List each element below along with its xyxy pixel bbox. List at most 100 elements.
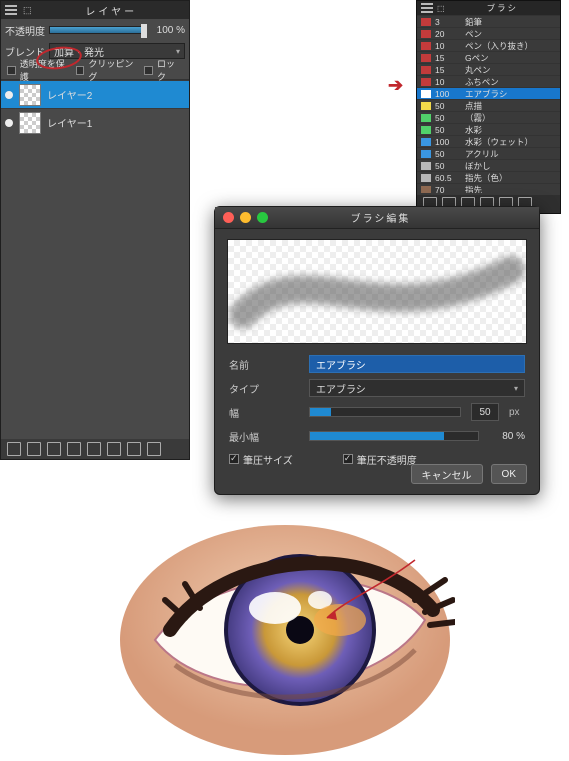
type-label: タイプ bbox=[229, 381, 299, 396]
brush-color-swatch bbox=[421, 18, 431, 26]
brush-row[interactable]: 15Gペン bbox=[417, 51, 560, 63]
pressure-opacity-option[interactable]: 筆圧不透明度 bbox=[343, 452, 417, 467]
folder-icon[interactable] bbox=[87, 442, 101, 456]
maximize-icon[interactable] bbox=[257, 212, 268, 223]
cancel-button[interactable]: キャンセル bbox=[411, 464, 483, 484]
brush-name: ペン（入り抜き） bbox=[465, 40, 556, 52]
new-layer-icon[interactable] bbox=[7, 442, 21, 456]
annotation-arrow: ➔ bbox=[388, 75, 403, 96]
close-icon[interactable] bbox=[223, 212, 234, 223]
brush-name: ふちペン bbox=[465, 76, 556, 88]
layer-options-icon[interactable] bbox=[47, 442, 61, 456]
layer-panel: ⬚ レイヤー 不透明度 100 % ブレンド 加算・発光 ▾ 透明度を保護 クリ… bbox=[0, 0, 190, 460]
brush-size: 50 bbox=[435, 149, 461, 159]
chevron-down-icon: ▾ bbox=[514, 384, 518, 393]
brush-color-swatch bbox=[421, 54, 431, 62]
expand-icon[interactable]: ⬚ bbox=[23, 5, 32, 16]
clipping-checkbox[interactable] bbox=[76, 66, 85, 75]
brush-preview bbox=[227, 239, 527, 344]
brush-list: 3鉛筆20ペン 10 ペン（入り抜き）15Gペン 15 丸ペン 10 ふちペン100エアブラ… bbox=[417, 15, 560, 193]
gear-icon[interactable] bbox=[127, 442, 141, 456]
brush-size: 70 bbox=[435, 185, 461, 194]
brush-size: 50 bbox=[435, 125, 461, 135]
visibility-icon[interactable] bbox=[5, 119, 13, 127]
protect-alpha-checkbox[interactable] bbox=[7, 66, 16, 75]
brush-row[interactable]: 70指先 bbox=[417, 183, 560, 193]
visibility-icon[interactable] bbox=[5, 91, 13, 99]
protect-alpha-label: 透明度を保護 bbox=[20, 57, 72, 83]
lock-checkbox[interactable] bbox=[144, 66, 153, 75]
name-label: 名前 bbox=[229, 357, 299, 372]
brush-edit-dialog: ブラシ編集 名前 タイプ エアブラシ ▾ 幅 50 px 最小幅 80 % bbox=[214, 206, 540, 495]
brush-row[interactable]: 20ペン bbox=[417, 27, 560, 39]
brush-name: Gペン bbox=[465, 52, 556, 64]
brush-row[interactable]: 50水彩 bbox=[417, 123, 560, 135]
minwidth-value: 80 % bbox=[489, 431, 525, 442]
brush-name: （霧） bbox=[465, 112, 556, 124]
pressure-size-option[interactable]: 筆圧サイズ bbox=[229, 452, 293, 467]
trash-icon[interactable] bbox=[147, 442, 161, 456]
brush-size: 50 bbox=[435, 101, 461, 111]
width-value[interactable]: 50 bbox=[471, 403, 499, 421]
expand-icon[interactable]: ⬚ bbox=[437, 4, 445, 13]
duplicate-layer-icon[interactable] bbox=[27, 442, 41, 456]
layer-row[interactable]: レイヤー2 bbox=[1, 80, 189, 108]
brush-row[interactable]: 50 （霧） bbox=[417, 111, 560, 123]
brush-name: 丸ペン bbox=[465, 64, 556, 76]
type-select[interactable]: エアブラシ ▾ bbox=[309, 379, 525, 397]
brush-size: 10 bbox=[435, 77, 461, 87]
panel-header: ⬚ ブラシ bbox=[417, 1, 560, 15]
minwidth-slider[interactable] bbox=[309, 431, 479, 441]
layer-thumbnail bbox=[19, 84, 41, 106]
brush-size: 10 bbox=[435, 41, 461, 51]
brush-row[interactable]: 50ぼかし bbox=[417, 159, 560, 171]
brush-size: 50 bbox=[435, 161, 461, 171]
brush-row[interactable]: 3鉛筆 bbox=[417, 15, 560, 27]
opacity-slider[interactable] bbox=[49, 26, 147, 34]
layer-name: レイヤー1 bbox=[47, 115, 185, 130]
brush-row[interactable]: 15 丸ペン bbox=[417, 63, 560, 75]
merge-icon[interactable] bbox=[107, 442, 121, 456]
brush-color-swatch bbox=[421, 126, 431, 134]
brush-size: 15 bbox=[435, 65, 461, 75]
brush-color-swatch bbox=[421, 78, 431, 86]
minimize-icon[interactable] bbox=[240, 212, 251, 223]
panel-title: ブラシ bbox=[449, 2, 556, 14]
layer-row[interactable]: レイヤー1 bbox=[1, 108, 189, 136]
brush-size: 50 bbox=[435, 113, 461, 123]
brush-size: 3 bbox=[435, 17, 461, 27]
minwidth-label: 最小幅 bbox=[229, 429, 299, 444]
brush-row[interactable]: 60.5指先（色） bbox=[417, 171, 560, 183]
width-label: 幅 bbox=[229, 405, 299, 420]
brush-color-swatch bbox=[421, 150, 431, 158]
brush-row[interactable]: 10 ふちペン bbox=[417, 75, 560, 87]
collapse-icon[interactable] bbox=[421, 3, 433, 13]
brush-row[interactable]: 10 ペン（入り抜き） bbox=[417, 39, 560, 51]
lock-label: ロック bbox=[157, 57, 183, 83]
panel-title: レイヤー bbox=[38, 3, 185, 18]
name-input[interactable] bbox=[309, 355, 525, 373]
brush-color-swatch bbox=[421, 66, 431, 74]
opacity-value: 100 % bbox=[151, 25, 185, 36]
brush-row[interactable]: 100水彩（ウェット） bbox=[417, 135, 560, 147]
layer-list: レイヤー2 レイヤー1 bbox=[1, 79, 189, 136]
ok-button[interactable]: OK bbox=[491, 464, 527, 484]
checkbox-icon bbox=[229, 454, 239, 464]
mask-icon[interactable] bbox=[67, 442, 81, 456]
width-unit: px bbox=[509, 407, 525, 418]
brush-row[interactable]: 50アクリル bbox=[417, 147, 560, 159]
opacity-label: 不透明度 bbox=[5, 23, 45, 38]
collapse-icon[interactable] bbox=[5, 5, 17, 15]
panel-header: ⬚ レイヤー bbox=[1, 1, 189, 19]
brush-size: 20 bbox=[435, 29, 461, 39]
brush-color-swatch bbox=[421, 30, 431, 38]
brush-name: 水彩（ウェット） bbox=[465, 136, 556, 148]
brush-name: エアブラシ bbox=[465, 88, 556, 100]
width-slider[interactable] bbox=[309, 407, 461, 417]
brush-row[interactable]: 100エアブラシ bbox=[417, 87, 560, 99]
brush-row[interactable]: 50点描 bbox=[417, 99, 560, 111]
brush-size: 60.5 bbox=[435, 173, 461, 183]
dialog-title: ブラシ編集 bbox=[276, 210, 485, 225]
clipping-label: クリッピング bbox=[88, 57, 140, 83]
dialog-titlebar[interactable]: ブラシ編集 bbox=[215, 207, 539, 229]
